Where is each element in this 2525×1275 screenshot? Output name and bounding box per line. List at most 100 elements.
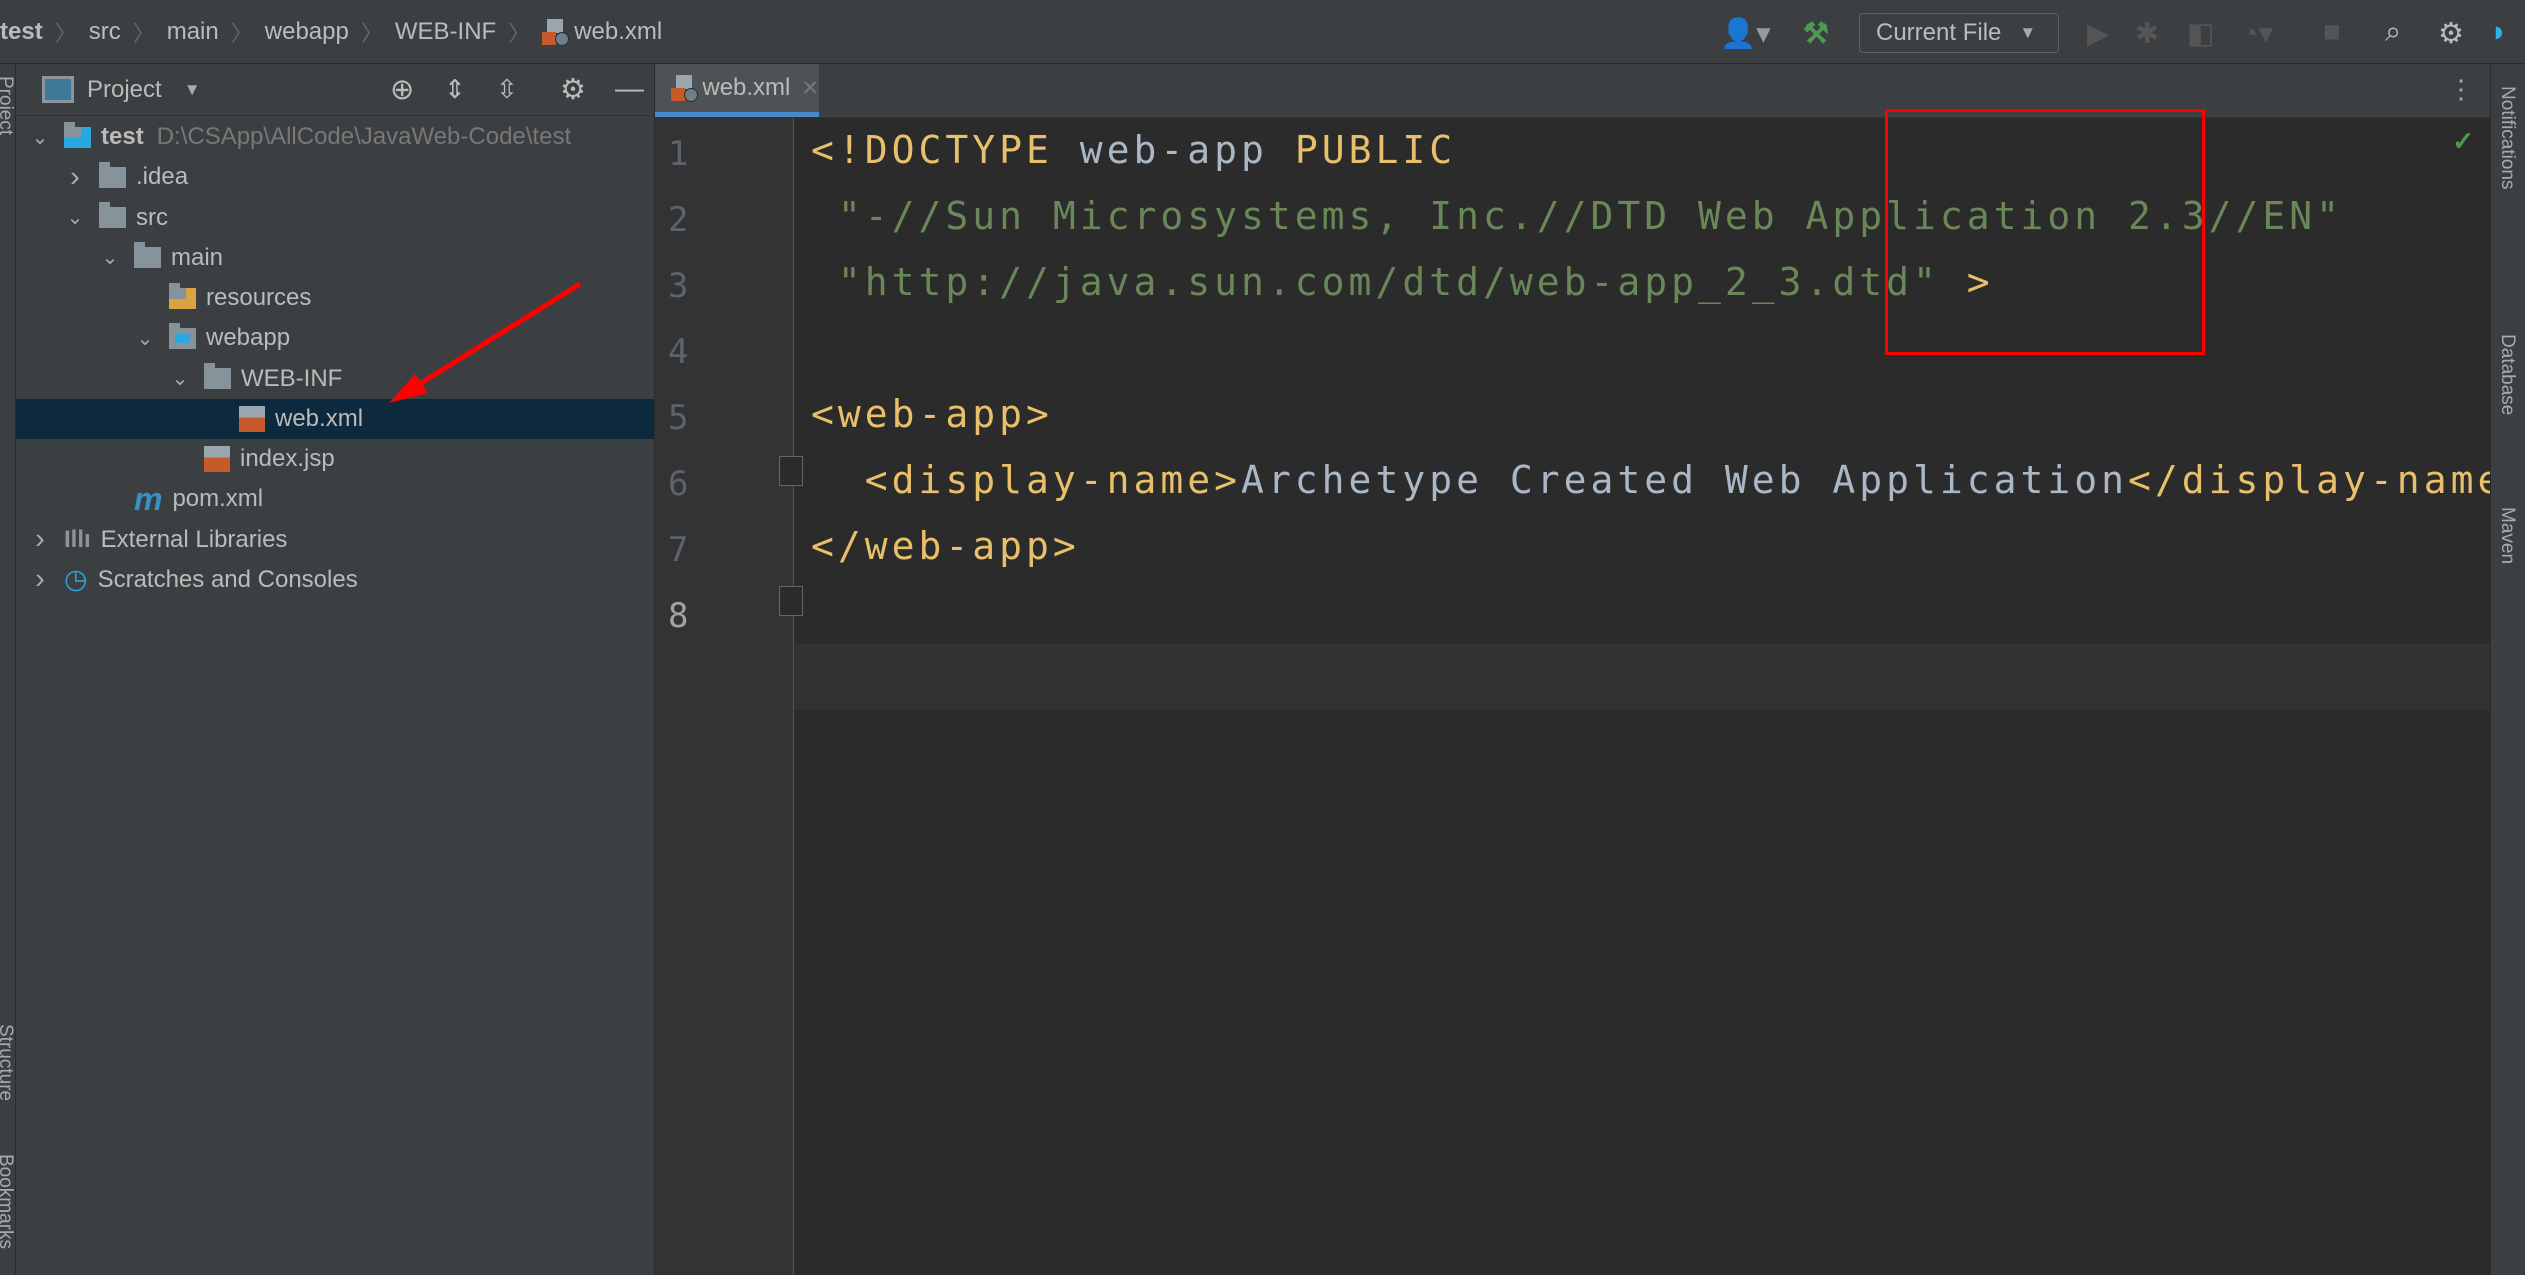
tree-item-label: pom.xml — [172, 485, 264, 513]
folder-icon — [99, 202, 126, 228]
chevron-right-icon[interactable]: › — [29, 563, 51, 596]
project-view-icon — [42, 76, 74, 103]
xml-file-icon — [671, 75, 698, 102]
line-number: 4 — [668, 332, 689, 372]
tree-item-label: resources — [206, 284, 312, 311]
tree-item-label: Scratches and Consoles — [97, 565, 358, 593]
tree-item-label: webapp — [206, 324, 291, 352]
run-config-label: Current File — [1876, 19, 2002, 46]
navigation-bar: test 〉 src 〉 main 〉 webapp 〉 WEB-INF 〉 web.xm… — [0, 0, 2525, 64]
project-tool-tab[interactable]: Project — [0, 76, 16, 135]
tree-item-label: External Libraries — [100, 525, 288, 553]
right-tool-strip: Notifications Database Maven — [2490, 64, 2525, 1275]
code-line-7: </web-app> — [811, 524, 1080, 568]
line-number-gutter: 1 2 3 4 5 6 7 8 — [655, 118, 803, 1275]
line-number: 7 — [668, 530, 689, 570]
ide-window: test 〉 src 〉 main 〉 webapp 〉 WEB-INF 〉 web.xm… — [0, 0, 2525, 1275]
chevron-right-icon[interactable]: › — [29, 523, 51, 556]
breadcrumb-web-xml-label: web.xml — [574, 17, 663, 45]
stop-icon[interactable]: ■ — [2323, 16, 2341, 49]
chevron-right-icon[interactable]: › — [64, 161, 86, 194]
chevron-down-icon[interactable]: ⌄ — [64, 205, 86, 230]
fold-marker-icon[interactable] — [779, 586, 803, 616]
settings-gear-icon[interactable]: ⚙ — [560, 72, 586, 107]
locate-icon[interactable]: ⊕ — [390, 72, 414, 107]
close-tab-icon[interactable]: ✕ — [801, 76, 819, 101]
tag-text: Archetype Created Web Application — [1241, 458, 2129, 502]
current-line-highlight — [655, 644, 2490, 710]
breadcrumb-src[interactable]: src — [89, 0, 121, 63]
structure-tool-tab[interactable]: Structure — [0, 1024, 16, 1101]
jetbrains-logo-icon[interactable]: ◗ — [2490, 16, 2508, 49]
tree-item-label: .idea — [136, 163, 189, 191]
line-number: 1 — [668, 134, 689, 174]
chevron-down-icon[interactable]: ▼ — [184, 80, 201, 100]
tree-item-label: src — [136, 203, 168, 231]
chevron-down-icon[interactable]: ⌄ — [99, 245, 121, 270]
annotation-highlight-box — [1885, 109, 2205, 355]
tree-item--idea[interactable]: › .idea — [16, 157, 654, 197]
folder-icon — [204, 363, 231, 389]
chevron-down-icon[interactable]: ⌄ — [29, 125, 51, 150]
maven-tool-tab[interactable]: Maven — [2496, 507, 2518, 564]
line-number: 3 — [668, 266, 689, 306]
profile-icon[interactable]: ◔▾ — [2241, 16, 2273, 51]
close-tag: </display-name> — [2128, 458, 2525, 502]
tree-item-index-jsp[interactable]: index.jsp — [16, 439, 654, 479]
project-panel: Project ▼ ⊕ ⇕ ⇳ ⚙ — ⌄ test D:\CSApp\AllCod… — [16, 64, 655, 1275]
module-folder-icon — [64, 121, 91, 148]
bookmarks-tool-tab[interactable]: Bookmarks — [0, 1154, 16, 1249]
folder-icon — [134, 242, 161, 269]
coverage-icon[interactable]: ◧ — [2187, 16, 2214, 51]
tree-item-external-libraries[interactable]: › Illı External Libraries — [16, 520, 654, 560]
tree-item-main[interactable]: ⌄ main — [16, 238, 654, 278]
no-problems-check-icon[interactable]: ✓ — [2452, 126, 2474, 157]
tree-item-scratches-and-consoles[interactable]: › ◷ Scratches and Consoles — [16, 560, 654, 600]
project-panel-header: Project ▼ ⊕ ⇕ ⇳ ⚙ — — [16, 64, 654, 116]
tab-web-xml[interactable]: web.xml ✕ — [655, 64, 819, 117]
chevron-down-icon[interactable]: ⌄ — [134, 326, 156, 351]
resources-folder-icon — [169, 282, 196, 309]
chevron-down-icon[interactable]: ⌄ — [169, 366, 191, 391]
fold-marker-icon[interactable] — [779, 456, 803, 486]
tree-item-pom-xml[interactable]: m pom.xml — [16, 479, 654, 519]
tree-item-test[interactable]: ⌄ test D:\CSApp\AllCode\JavaWeb-Code\test — [16, 117, 654, 157]
tree-item-label: WEB-INF — [241, 364, 343, 392]
breadcrumb-test[interactable]: test — [0, 0, 43, 63]
breadcrumb-separator: 〉 — [508, 20, 531, 46]
breadcrumb-web-inf[interactable]: WEB-INF — [395, 0, 496, 63]
breadcrumb: test 〉 src 〉 main 〉 webapp 〉 WEB-INF 〉 web.xm… — [0, 0, 662, 63]
line-number: 8 — [668, 596, 689, 636]
search-icon[interactable]: ⌕ — [2385, 16, 2401, 49]
collapse-all-icon[interactable]: ⇳ — [496, 74, 518, 105]
hide-panel-icon[interactable]: — — [615, 73, 644, 106]
tree-item-label: test — [101, 123, 144, 150]
project-view-title[interactable]: Project — [87, 76, 162, 104]
breadcrumb-main[interactable]: main — [167, 0, 219, 63]
more-options-icon[interactable]: ⋮ — [2448, 74, 2474, 105]
breadcrumb-separator: 〉 — [360, 20, 383, 46]
run-icon[interactable]: ▶ — [2087, 16, 2109, 51]
left-tool-strip: Project Structure Bookmarks — [0, 64, 16, 1275]
notifications-tool-tab[interactable]: Notifications — [2496, 86, 2518, 190]
expand-all-icon[interactable]: ⇕ — [444, 74, 466, 105]
annotation-arrow-icon — [389, 281, 582, 403]
scratches-icon: ◷ — [64, 564, 88, 595]
gear-icon[interactable]: ⚙ — [2438, 16, 2464, 51]
libraries-icon: Illı — [64, 525, 91, 553]
project-path: D:\CSApp\AllCode\JavaWeb-Code\test — [156, 123, 572, 150]
doctype-keyword: <!DOCTYPE — [811, 128, 1080, 172]
dtd-url-string: "http://java.sun.com/dtd/web-app_2_3.dtd… — [811, 260, 1940, 304]
breadcrumb-webapp[interactable]: webapp — [265, 0, 349, 63]
user-icon[interactable]: 👤▾ — [1720, 16, 1771, 51]
tab-label: web.xml — [702, 74, 791, 101]
build-hammer-icon[interactable]: ⚒ — [1803, 16, 1829, 51]
breadcrumb-separator: 〉 — [230, 20, 253, 46]
run-configuration-select[interactable]: Current File ▼ — [1859, 13, 2059, 53]
debug-icon[interactable]: ✱ — [2135, 16, 2159, 51]
web-folder-icon — [169, 322, 196, 349]
tree-item-src[interactable]: ⌄ src — [16, 198, 654, 238]
jsp-file-icon — [204, 446, 230, 472]
breadcrumb-web-xml[interactable]: web.xml — [542, 0, 662, 63]
database-tool-tab[interactable]: Database — [2496, 334, 2518, 415]
